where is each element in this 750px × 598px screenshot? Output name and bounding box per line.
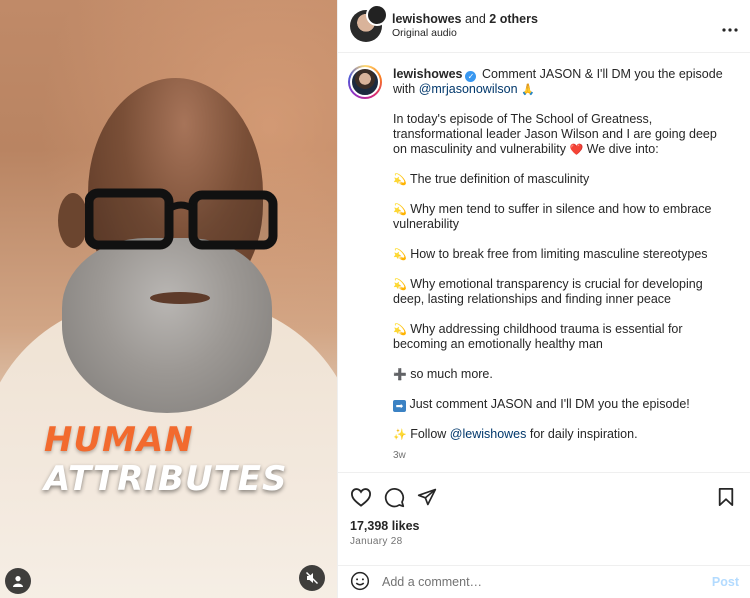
mouth (150, 292, 210, 304)
bullet-item: The true definition of masculinity (409, 172, 590, 186)
comment-input[interactable] (382, 575, 712, 589)
caption-paragraph-end: We dive into: (583, 142, 659, 156)
beard (62, 238, 272, 413)
overlay-text-attributes: ATTRIBUTES (44, 459, 288, 499)
ear (58, 193, 88, 248)
post-details-panel: lewishowes and 2 others Original audio l… (337, 0, 750, 598)
follow-prefix: Follow (410, 427, 450, 441)
paper-plane-icon (417, 488, 437, 506)
verified-badge-icon: ✓ (465, 71, 477, 82)
audio-link[interactable]: Original audio (392, 27, 538, 41)
person-icon (13, 576, 23, 587)
emoji-picker-button[interactable] (350, 571, 370, 594)
mention-link[interactable]: @mrjasonowilson (419, 82, 518, 96)
actions-section: 17,398 likes January 28 (338, 472, 750, 547)
reel-video[interactable]: HUMAN ATTRIBUTES (0, 0, 337, 598)
comment-composer: Post (338, 565, 750, 598)
overlay-text-human: HUMAN (44, 420, 194, 460)
collab-others-link[interactable]: 2 others (489, 12, 538, 26)
heart-icon (350, 488, 372, 507)
bullet-item: Why addressing childhood trauma is essen… (393, 322, 683, 351)
bullet-emoji: 💫 (393, 173, 407, 186)
muted-speaker-icon (306, 572, 318, 584)
share-button[interactable] (417, 487, 437, 507)
post-age[interactable]: 3w (393, 448, 734, 463)
heart-emoji: ❤️ (569, 143, 584, 156)
likes-count[interactable]: 17,398 likes (350, 519, 735, 533)
caption-paragraph: In today's episode of The School of Grea… (393, 112, 717, 156)
bullet-emoji: 💫 (393, 323, 407, 336)
bookmark-icon (718, 488, 734, 506)
collab-avatar[interactable] (350, 4, 388, 42)
post-date: January 28 (350, 536, 403, 547)
follow-suffix: for daily inspiration. (526, 427, 638, 441)
action-bar (350, 485, 735, 509)
post-header: lewishowes and 2 others Original audio (338, 0, 750, 53)
collab-joiner: and (461, 12, 490, 27)
caption-section: lewishowes ✓ Comment JASON & I'll DM you … (338, 53, 750, 471)
like-button[interactable] (350, 487, 372, 507)
glasses (85, 188, 278, 250)
pray-emoji: 🙏 (521, 83, 535, 96)
smiley-icon (350, 571, 370, 590)
plus-icon: ➕ (393, 368, 407, 381)
caption-body: lewishowes ✓ Comment JASON & I'll DM you … (393, 67, 734, 463)
instagram-post-view: HUMAN ATTRIBUTES lewishowes and 2 others… (0, 0, 750, 598)
mute-button[interactable] (299, 565, 325, 591)
cta-line: Just comment JASON and I'll DM you the e… (409, 397, 690, 411)
more-horizontal-icon (722, 28, 738, 32)
follow-mention-link[interactable]: @lewishowes (450, 427, 527, 441)
more-options-button[interactable] (722, 17, 738, 35)
right-arrow-icon: ➡ (393, 400, 406, 412)
comment-button[interactable] (384, 487, 405, 508)
post-author: lewishowes and 2 others Original audio (392, 11, 538, 41)
caption-username[interactable]: lewishowes (393, 67, 462, 81)
bullet-emoji: 💫 (393, 278, 407, 291)
post-comment-button[interactable]: Post (712, 575, 739, 589)
bullet-emoji: 💫 (393, 248, 407, 261)
bullet-item: Why emotional transparency is crucial fo… (393, 277, 703, 306)
bullet-emoji: 💫 (393, 203, 407, 216)
caption-avatar[interactable] (348, 65, 382, 99)
plus-line: so much more. (410, 367, 493, 381)
save-button[interactable] (717, 487, 735, 507)
author-username[interactable]: lewishowes (392, 12, 461, 26)
tagged-users-button[interactable] (5, 568, 31, 594)
sparkles-icon: ✨ (393, 428, 407, 441)
comment-icon (384, 487, 405, 507)
bullet-item: How to break free from limiting masculin… (410, 247, 708, 261)
bullet-item: Why men tend to suffer in silence and ho… (393, 202, 712, 231)
